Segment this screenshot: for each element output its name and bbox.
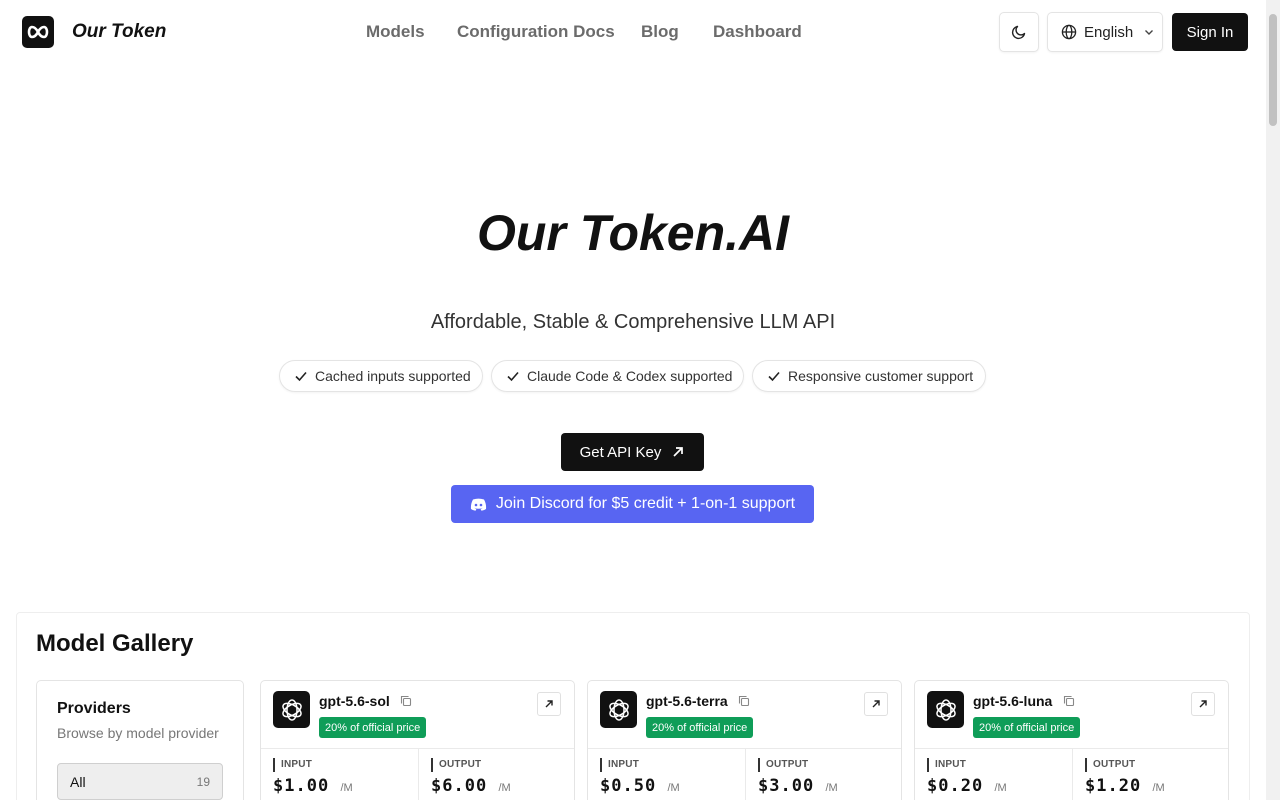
providers-subtitle: Browse by model provider — [57, 725, 219, 741]
get-api-key-label: Get API Key — [579, 443, 662, 461]
feature-cached-inputs: Cached inputs supported — [279, 360, 483, 392]
open-model-button[interactable] — [1191, 692, 1215, 716]
output-price-unit: /M — [1152, 782, 1165, 794]
model-name: gpt-5.6-luna — [973, 693, 1053, 709]
arrow-up-right-icon — [673, 447, 684, 457]
openai-icon — [927, 691, 964, 728]
infinity-logo-icon[interactable] — [22, 16, 54, 48]
nav-blog[interactable]: Blog — [641, 22, 679, 42]
output-label: OUTPUT — [758, 758, 838, 772]
output-label: OUTPUT — [431, 758, 511, 772]
output-price-unit: /M — [498, 782, 511, 794]
output-price-value: $1.20 — [1085, 776, 1142, 796]
copy-icon[interactable] — [400, 695, 412, 707]
nav-configuration-docs[interactable]: Configuration Docs — [457, 22, 615, 42]
theme-toggle-button[interactable] — [999, 12, 1039, 52]
input-price-unit: /M — [994, 782, 1007, 794]
copy-icon[interactable] — [738, 695, 750, 707]
feature-label: Cached inputs supported — [315, 368, 471, 384]
providers-title: Providers — [57, 700, 131, 717]
open-model-button[interactable] — [864, 692, 888, 716]
output-price-unit: /M — [825, 782, 838, 794]
nav-dashboard[interactable]: Dashboard — [713, 22, 802, 42]
input-price-value: $0.50 — [600, 776, 657, 796]
output-price: OUTPUT $3.00 /M — [758, 758, 838, 796]
feature-label: Claude Code & Codex supported — [527, 368, 733, 384]
join-discord-button[interactable]: Join Discord for $5 credit + 1-on-1 supp… — [451, 485, 814, 523]
join-discord-label: Join Discord for $5 credit + 1-on-1 supp… — [495, 495, 796, 512]
provider-filter-count: 19 — [196, 775, 210, 789]
output-price-value: $6.00 — [431, 776, 488, 796]
openai-icon — [600, 691, 637, 728]
input-price-value: $1.00 — [273, 776, 330, 796]
discord-icon — [470, 498, 486, 511]
page-scrollbar[interactable] — [1266, 0, 1280, 800]
feature-claude-code: Claude Code & Codex supported — [491, 360, 744, 392]
check-icon — [507, 371, 519, 382]
check-icon — [295, 371, 307, 382]
scrollbar-thumb[interactable] — [1269, 14, 1277, 126]
model-gallery-title: Model Gallery — [36, 630, 194, 657]
output-label: OUTPUT — [1085, 758, 1165, 772]
price-badge: 20% of official price — [973, 717, 1081, 738]
external-link-icon — [872, 700, 880, 708]
chevron-down-icon — [1145, 30, 1154, 35]
get-api-key-button[interactable]: Get API Key — [561, 433, 704, 471]
price-badge: 20% of official price — [319, 717, 427, 738]
top-header: Our Token Models Configuration Docs Blog… — [0, 0, 1266, 64]
nav-models[interactable]: Models — [366, 22, 425, 42]
price-badge: 20% of official price — [646, 717, 754, 738]
feature-customer-support: Responsive customer support — [752, 360, 986, 392]
external-link-icon — [545, 700, 553, 708]
input-price-value: $0.20 — [927, 776, 984, 796]
model-card[interactable]: gpt-5.6-luna 20% of official price INPUT… — [914, 680, 1229, 800]
provider-filter-label: All — [70, 774, 86, 790]
check-icon — [768, 371, 780, 382]
language-select[interactable]: English — [1047, 12, 1163, 52]
hero-title: Our Token.AI — [476, 205, 790, 261]
card-divider — [418, 749, 419, 800]
input-label: INPUT — [927, 758, 1007, 772]
input-label: INPUT — [273, 758, 353, 772]
external-link-icon — [1199, 700, 1207, 708]
open-model-button[interactable] — [537, 692, 561, 716]
input-price-unit: /M — [340, 782, 353, 794]
output-price: OUTPUT $6.00 /M — [431, 758, 511, 796]
moon-icon — [1011, 25, 1026, 40]
card-divider — [1072, 749, 1073, 800]
input-price: INPUT $0.50 /M — [600, 758, 680, 796]
sign-in-button[interactable]: Sign In — [1172, 13, 1248, 51]
hero-subtitle: Affordable, Stable & Comprehensive LLM A… — [430, 311, 836, 333]
card-divider — [745, 749, 746, 800]
input-price: INPUT $0.20 /M — [927, 758, 1007, 796]
openai-icon — [273, 691, 310, 728]
input-label: INPUT — [600, 758, 680, 772]
globe-icon — [1061, 24, 1077, 40]
model-card[interactable]: gpt-5.6-sol 20% of official price INPUT … — [260, 680, 575, 800]
output-price-value: $3.00 — [758, 776, 815, 796]
model-card[interactable]: gpt-5.6-terra 20% of official price INPU… — [587, 680, 902, 800]
provider-filter-all[interactable]: All 19 — [57, 763, 223, 800]
feature-label: Responsive customer support — [788, 368, 974, 384]
copy-icon[interactable] — [1063, 695, 1075, 707]
brand-name[interactable]: Our Token — [72, 21, 166, 43]
input-price-unit: /M — [667, 782, 680, 794]
input-price: INPUT $1.00 /M — [273, 758, 353, 796]
model-name: gpt-5.6-sol — [319, 693, 390, 709]
model-name: gpt-5.6-terra — [646, 693, 728, 709]
output-price: OUTPUT $1.20 /M — [1085, 758, 1165, 796]
language-label: English — [1084, 23, 1134, 41]
